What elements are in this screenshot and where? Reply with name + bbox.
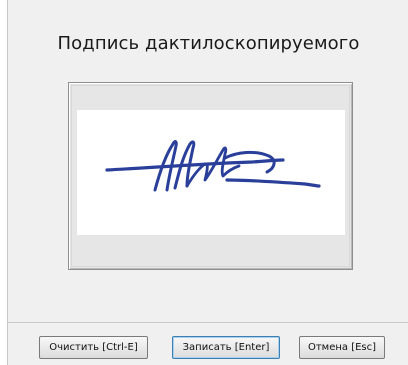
signature-image <box>105 140 321 192</box>
signature-stroke <box>105 158 285 172</box>
signature-dialog: Подпись дактилоскопируемого Очистить [Ct… <box>7 0 408 365</box>
clear-button[interactable]: Очистить [Ctrl-E] <box>39 336 148 359</box>
save-button[interactable]: Записать [Enter] <box>172 336 280 359</box>
signature-strokes <box>105 140 321 192</box>
footer-separator <box>8 322 408 323</box>
dialog-title: Подпись дактилоскопируемого <box>57 33 360 54</box>
cancel-button[interactable]: Отмена [Esc] <box>299 336 385 359</box>
signature-canvas[interactable] <box>77 110 345 235</box>
signature-panel <box>68 82 353 270</box>
signature-stroke <box>225 178 321 188</box>
